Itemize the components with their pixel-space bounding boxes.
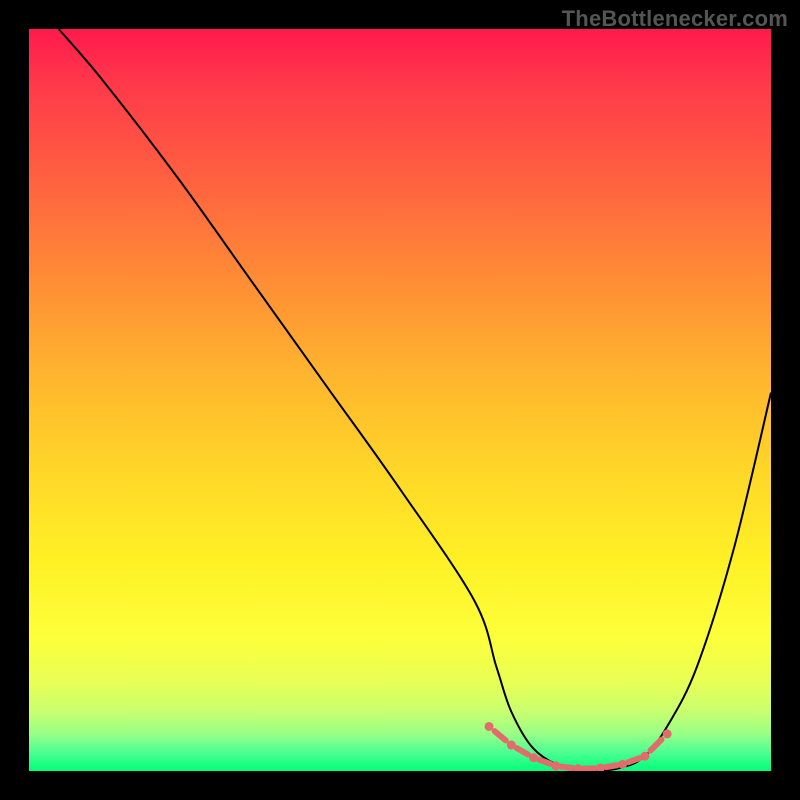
bottleneck-curve-path	[59, 29, 771, 771]
optimal-marker-dash	[517, 748, 528, 754]
optimal-marker-dash	[561, 767, 572, 768]
chart-container: TheBottlenecker.com	[0, 0, 800, 800]
optimal-marker-dot	[640, 752, 649, 761]
optimal-marker-dash	[606, 765, 617, 767]
optimal-marker	[485, 722, 672, 771]
bottleneck-curve	[59, 29, 771, 771]
curve-layer	[29, 29, 771, 771]
optimal-marker-dash	[495, 731, 506, 740]
optimal-marker-dash	[650, 739, 661, 750]
optimal-marker-dash	[628, 758, 639, 762]
optimal-marker-dot	[663, 729, 672, 738]
optimal-marker-dash	[539, 760, 550, 764]
plot-area	[29, 29, 771, 771]
